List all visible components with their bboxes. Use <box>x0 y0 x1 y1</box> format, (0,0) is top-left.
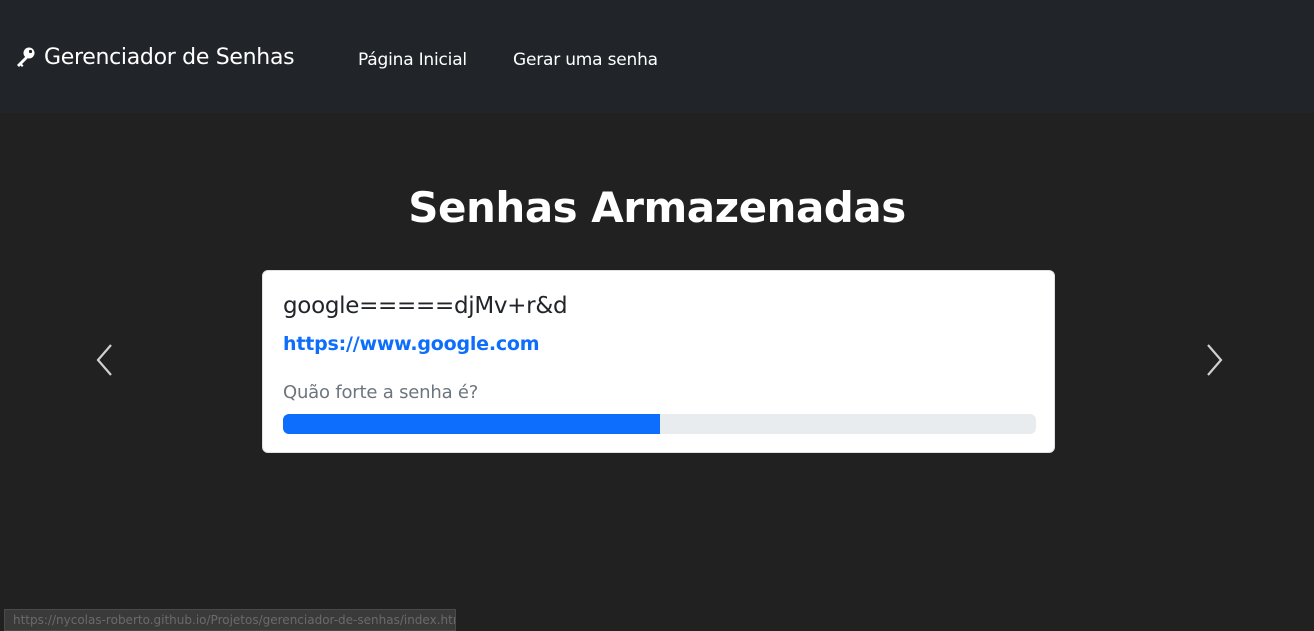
strength-progress <box>283 414 1036 434</box>
password-card: google=====djMv+r&d https://www.google.c… <box>262 270 1055 453</box>
nav-link-home[interactable]: Página Inicial <box>358 50 467 70</box>
carousel-prev-button[interactable] <box>75 332 135 392</box>
strength-label: Quão forte a senha é? <box>283 382 479 403</box>
key-icon <box>14 46 36 68</box>
page-title: Senhas Armazenadas <box>408 183 906 232</box>
strength-progress-bar <box>283 414 660 434</box>
brand-label: Gerenciador de Senhas <box>44 44 295 70</box>
carousel-next-button[interactable] <box>1184 332 1244 392</box>
nav-link-generate-password[interactable]: Gerar uma senha <box>513 50 658 70</box>
chevron-right-icon <box>1202 342 1226 382</box>
site-url-link[interactable]: https://www.google.com <box>283 333 540 355</box>
status-bar-url: https://nycolas-roberto.github.io/Projet… <box>4 609 456 631</box>
navbar: Gerenciador de Senhas Página Inicial Ger… <box>0 0 1314 113</box>
brand-link[interactable]: Gerenciador de Senhas <box>14 40 295 74</box>
password-text: google=====djMv+r&d <box>283 293 568 319</box>
chevron-left-icon <box>93 342 117 382</box>
